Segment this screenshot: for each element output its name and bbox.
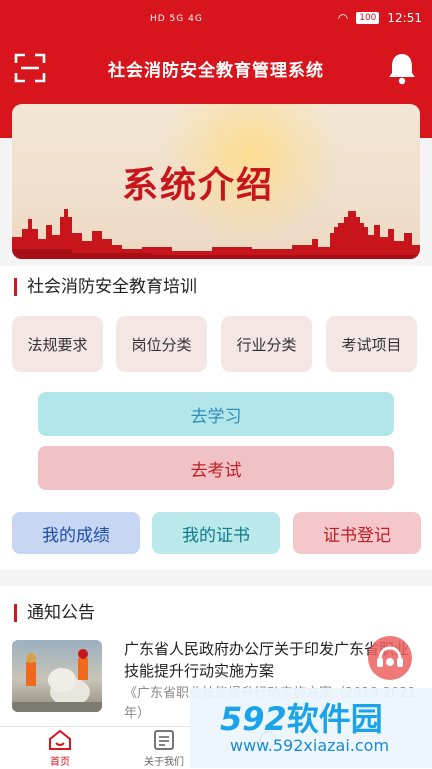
about-icon bbox=[154, 730, 174, 750]
status-bar: HD 5G 4G ◠ 100 12:51 bbox=[0, 0, 432, 38]
bell-icon[interactable] bbox=[386, 51, 418, 85]
nav-home[interactable]: 首页 bbox=[20, 729, 100, 768]
wifi-icon: ◠ bbox=[337, 11, 349, 25]
site-watermark: 592软件园 www.592xiazai.com bbox=[190, 688, 432, 768]
watermark-logo-number: 592 bbox=[220, 700, 287, 738]
category-regulations[interactable]: 法规要求 bbox=[12, 316, 103, 372]
home-icon bbox=[49, 729, 71, 750]
nav-about-label: 关于我们 bbox=[144, 757, 184, 768]
intro-banner[interactable]: 系统介绍 bbox=[12, 104, 420, 259]
city-skyline-illustration bbox=[12, 209, 420, 259]
training-section-title: 社会消防安全教育培训 bbox=[14, 278, 197, 296]
my-certificates-button[interactable]: 我的证书 bbox=[152, 512, 280, 554]
customer-service-icon[interactable] bbox=[368, 636, 412, 680]
status-time: 12:51 bbox=[387, 11, 422, 25]
category-exam-items[interactable]: 考试项目 bbox=[326, 316, 417, 372]
category-industries[interactable]: 行业分类 bbox=[221, 316, 312, 372]
notice-thumbnail[interactable] bbox=[12, 640, 102, 712]
watermark-logo-text: 软件园 bbox=[286, 700, 383, 738]
signal-indicator: HD 5G 4G bbox=[150, 14, 203, 24]
page-title: 社会消防安全教育管理系统 bbox=[108, 61, 324, 81]
status-right: ◠ 100 12:51 bbox=[338, 11, 422, 25]
notices-section-title: 通知公告 bbox=[14, 604, 95, 622]
battery-icon: 100 bbox=[356, 12, 380, 24]
certificate-register-button[interactable]: 证书登记 bbox=[293, 512, 421, 554]
category-positions[interactable]: 岗位分类 bbox=[116, 316, 207, 372]
go-study-button[interactable]: 去学习 bbox=[38, 392, 394, 436]
firefighters-image bbox=[12, 649, 102, 712]
watermark-logo: 592软件园 bbox=[220, 694, 383, 740]
nav-home-label: 首页 bbox=[50, 757, 70, 768]
watermark-url: www.592xiazai.com bbox=[230, 736, 390, 755]
app-header: 社会消防安全教育管理系统 bbox=[0, 38, 432, 98]
my-scores-button[interactable]: 我的成绩 bbox=[12, 512, 140, 554]
go-exam-button[interactable]: 去考试 bbox=[38, 446, 394, 490]
